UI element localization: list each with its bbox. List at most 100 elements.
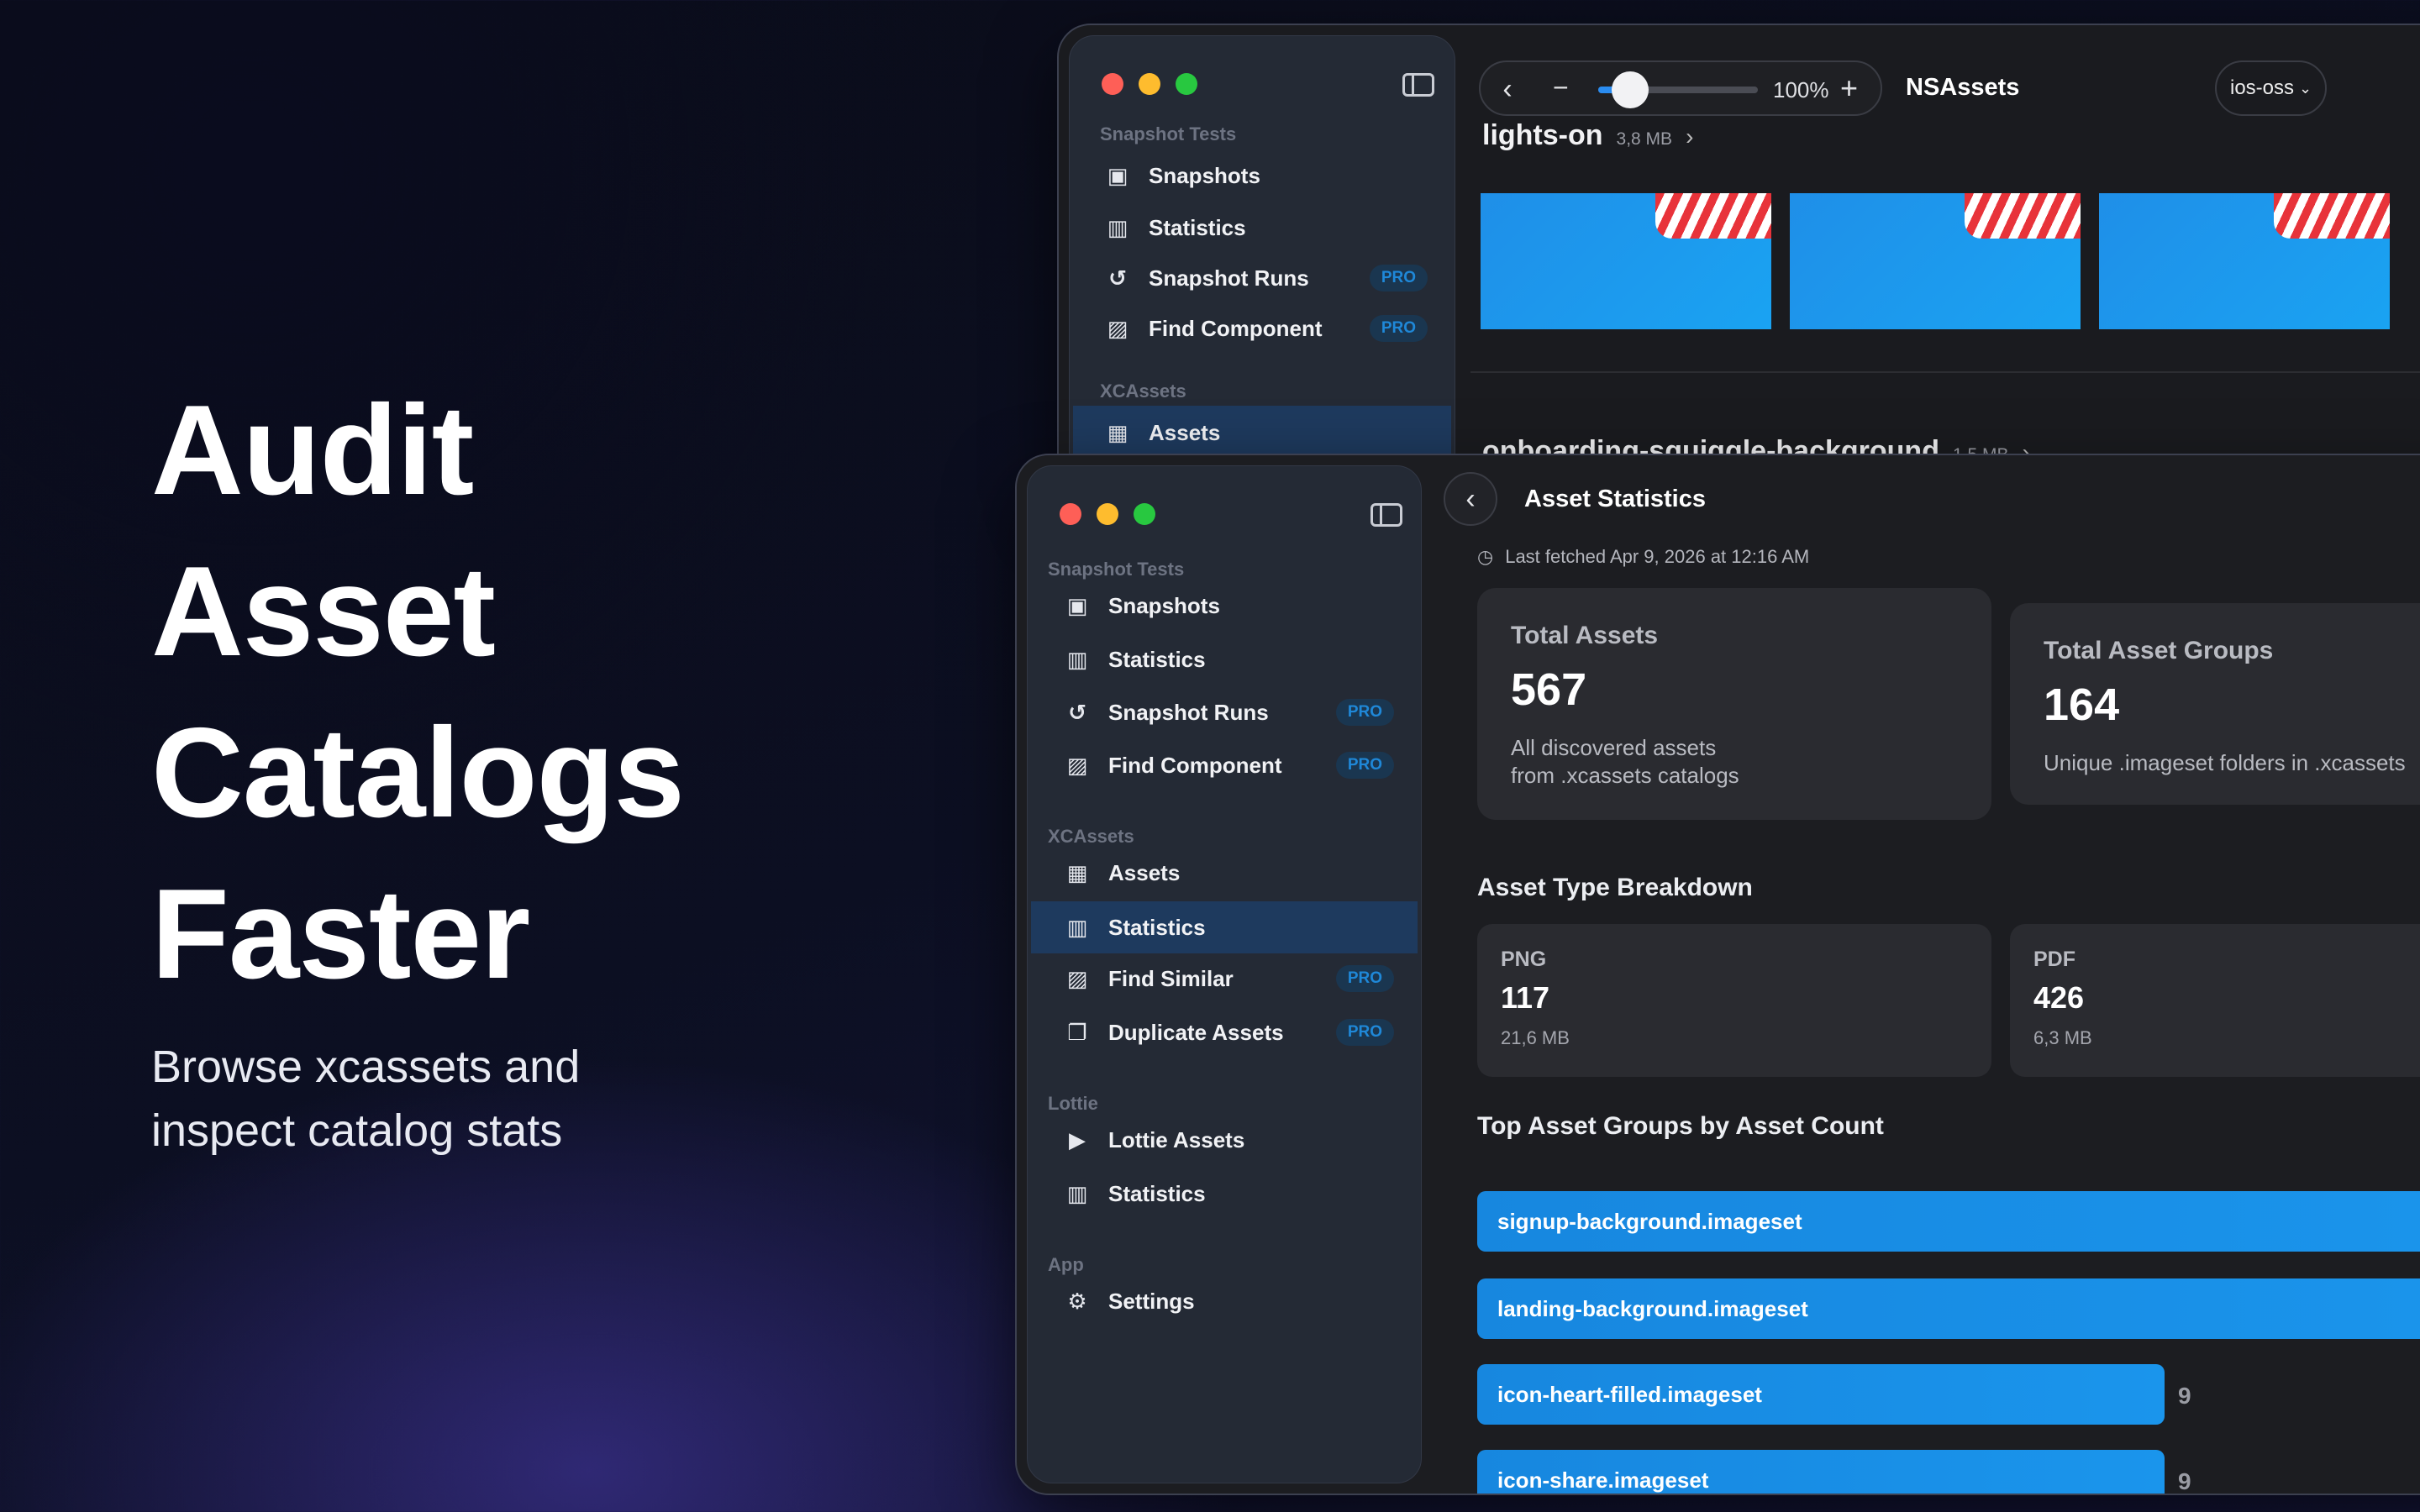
page-title: Asset Statistics: [1524, 486, 1706, 512]
sidebar: Snapshot Tests ▣ Snapshots ▥ Statistics …: [1027, 465, 1422, 1483]
asset-type-label: PNG: [1501, 948, 1547, 971]
minimize-window-button[interactable]: [1139, 73, 1160, 95]
awning-image: [1655, 193, 1771, 239]
chevron-down-icon: ⌄: [2299, 79, 2312, 97]
top-group-name: icon-share.imageset: [1497, 1467, 1709, 1493]
hero-subtitle-line: inspect catalog stats: [151, 1105, 563, 1156]
sidebar-item-snapshots[interactable]: ▣ Snapshots: [1073, 150, 1451, 201]
bar-chart-icon: ▥: [1066, 914, 1088, 940]
hero-title: Audit Asset Catalogs Faster: [151, 370, 685, 1015]
sidebar-item-label: Duplicate Assets: [1108, 1019, 1284, 1045]
sidebar-item-label: Settings: [1108, 1288, 1195, 1314]
hero-title-line: Audit: [151, 379, 474, 522]
stat-description-line: Unique .imageset folders in .xcassets: [2044, 750, 2406, 775]
grid-icon: ▦: [1066, 859, 1088, 885]
duplicate-icon: ❐: [1067, 1019, 1087, 1045]
zoom-slider-knob[interactable]: [1612, 71, 1649, 108]
section-label: Lottie: [1048, 1093, 1098, 1114]
hero-title-line: Faster: [151, 863, 530, 1005]
sidebar-item-label: Lottie Assets: [1108, 1126, 1245, 1152]
top-group-name: landing-background.imageset: [1497, 1295, 1808, 1321]
sidebar-item-snapshots[interactable]: ▣ Snapshots: [1031, 580, 1418, 631]
divider: [1470, 371, 2420, 373]
top-group-count: 9: [2178, 1468, 2191, 1494]
sidebar-toggle-icon[interactable]: [1402, 73, 1434, 97]
top-group-name: signup-background.imageset: [1497, 1208, 1802, 1234]
section-label: Snapshot Tests: [1048, 559, 1185, 580]
bar-chart-icon: ▥: [1066, 646, 1088, 672]
stat-description: All discovered assets from .xcassets cat…: [1511, 734, 1958, 790]
sidebar-item-statistics[interactable]: ▥ Statistics: [1031, 901, 1418, 953]
sidebar-item-label: Find Component: [1149, 315, 1323, 341]
back-button[interactable]: ‹: [1481, 62, 1534, 116]
window-controls: [1102, 73, 1197, 95]
sidebar-toggle-icon[interactable]: [1370, 503, 1402, 527]
back-button[interactable]: ‹: [1444, 472, 1497, 526]
history-icon: ↺: [1108, 265, 1127, 291]
sidebar-item-label: Assets: [1149, 419, 1221, 445]
top-group-bar: landing-background.imageset: [1477, 1278, 2420, 1339]
last-fetched-text: Last fetched Apr 9, 2026 at 12:16 AM: [1505, 546, 1810, 567]
bar-chart-icon: ▥: [1066, 1180, 1088, 1206]
sidebar-item-lottie-assets[interactable]: ▶ Lottie Assets: [1031, 1115, 1418, 1165]
close-window-button[interactable]: [1102, 73, 1123, 95]
zoom-window-button[interactable]: [1176, 73, 1197, 95]
sidebar-item-duplicate-assets[interactable]: ❐ Duplicate Assets PRO: [1031, 1007, 1418, 1058]
stat-value: 567: [1511, 664, 1587, 715]
section-label: XCAssets: [1100, 381, 1186, 402]
hero-subtitle-line: Browse xcassets and: [151, 1042, 581, 1092]
top-group-bar: icon-share.imageset: [1477, 1450, 2165, 1494]
sidebar-item-assets[interactable]: ▦ Assets: [1073, 406, 1451, 459]
minimize-window-button[interactable]: [1097, 503, 1118, 525]
bar-chart-icon: ▥: [1107, 214, 1128, 240]
section-heading: Top Asset Groups by Asset Count: [1477, 1112, 1884, 1140]
gear-icon: ⚙: [1067, 1288, 1087, 1314]
image-search-icon: ▨: [1066, 752, 1088, 778]
sidebar-item-find-similar[interactable]: ▨ Find Similar PRO: [1031, 953, 1418, 1004]
sidebar-item-find-component[interactable]: ▨ Find Component PRO: [1073, 303, 1451, 354]
project-dropdown[interactable]: ios-oss ⌄: [2215, 60, 2328, 116]
last-fetched: ◷ Last fetched Apr 9, 2026 at 12:16 AM: [1477, 546, 1809, 568]
asset-type-count: 117: [1501, 980, 1550, 1015]
sidebar-item-snapshot-runs[interactable]: ↺ Snapshot Runs PRO: [1073, 253, 1451, 303]
sidebar-item-lottie-statistics[interactable]: ▥ Statistics: [1031, 1168, 1418, 1219]
sidebar-item-statistics[interactable]: ▥ Statistics: [1031, 634, 1418, 685]
zoom-in-button[interactable]: +: [1840, 71, 1858, 106]
stat-description-line: from .xcassets catalogs: [1511, 763, 1739, 788]
top-group-name: icon-heart-filled.imageset: [1497, 1381, 1762, 1407]
photo-icon: ▣: [1066, 592, 1088, 618]
asset-thumbnail[interactable]: [1481, 193, 1771, 329]
asset-type-card: PDF 426 6,3 MB: [2010, 924, 2420, 1077]
pro-badge: PRO: [1369, 315, 1428, 342]
window-controls: [1060, 503, 1155, 525]
zoom-slider[interactable]: [1598, 71, 1758, 108]
sidebar-item-statistics[interactable]: ▥ Statistics: [1073, 202, 1451, 253]
sidebar-item-label: Find Similar: [1108, 965, 1234, 991]
sidebar-item-find-component[interactable]: ▨ Find Component PRO: [1031, 740, 1418, 790]
sidebar-item-assets[interactable]: ▦ Assets: [1031, 848, 1418, 898]
asset-thumbnail[interactable]: [2099, 193, 2390, 329]
sidebar-item-label: Snapshots: [1149, 162, 1260, 188]
close-window-button[interactable]: [1060, 503, 1081, 525]
asset-statistics-window: Snapshot Tests ▣ Snapshots ▥ Statistics …: [1015, 454, 2420, 1495]
window-title: NSAssets: [1906, 74, 2020, 101]
assets-window: Snapshot Tests ▣ Snapshots ▥ Statistics …: [1057, 24, 2420, 494]
top-group-bar: signup-background.imageset: [1477, 1191, 2420, 1252]
stat-description: Unique .imageset folders in .xcassets: [2044, 749, 2420, 777]
asset-group-size: 3,8 MB: [1616, 129, 1673, 149]
asset-group-name: lights-on: [1482, 119, 1603, 151]
sidebar-item-label: Assets: [1108, 859, 1181, 885]
sidebar-item-snapshot-runs[interactable]: ↺ Snapshot Runs PRO: [1031, 687, 1418, 738]
image-search-icon: ▨: [1107, 315, 1128, 341]
asset-thumbnail[interactable]: [1790, 193, 2081, 329]
sidebar-item-label: Statistics: [1149, 214, 1246, 240]
asset-group-header[interactable]: lights-on 3,8 MB ›: [1482, 119, 1693, 152]
section-heading: Asset Type Breakdown: [1477, 874, 1753, 901]
zoom-window-button[interactable]: [1134, 503, 1155, 525]
zoom-out-button[interactable]: −: [1553, 72, 1569, 103]
sidebar-item-label: Snapshot Runs: [1108, 699, 1269, 725]
sidebar-item-settings[interactable]: ⚙ Settings: [1031, 1276, 1418, 1326]
sidebar-item-label: Snapshots: [1108, 592, 1220, 618]
sidebar-item-label: Snapshot Runs: [1149, 265, 1309, 291]
top-group-bar: icon-heart-filled.imageset: [1477, 1364, 2165, 1425]
